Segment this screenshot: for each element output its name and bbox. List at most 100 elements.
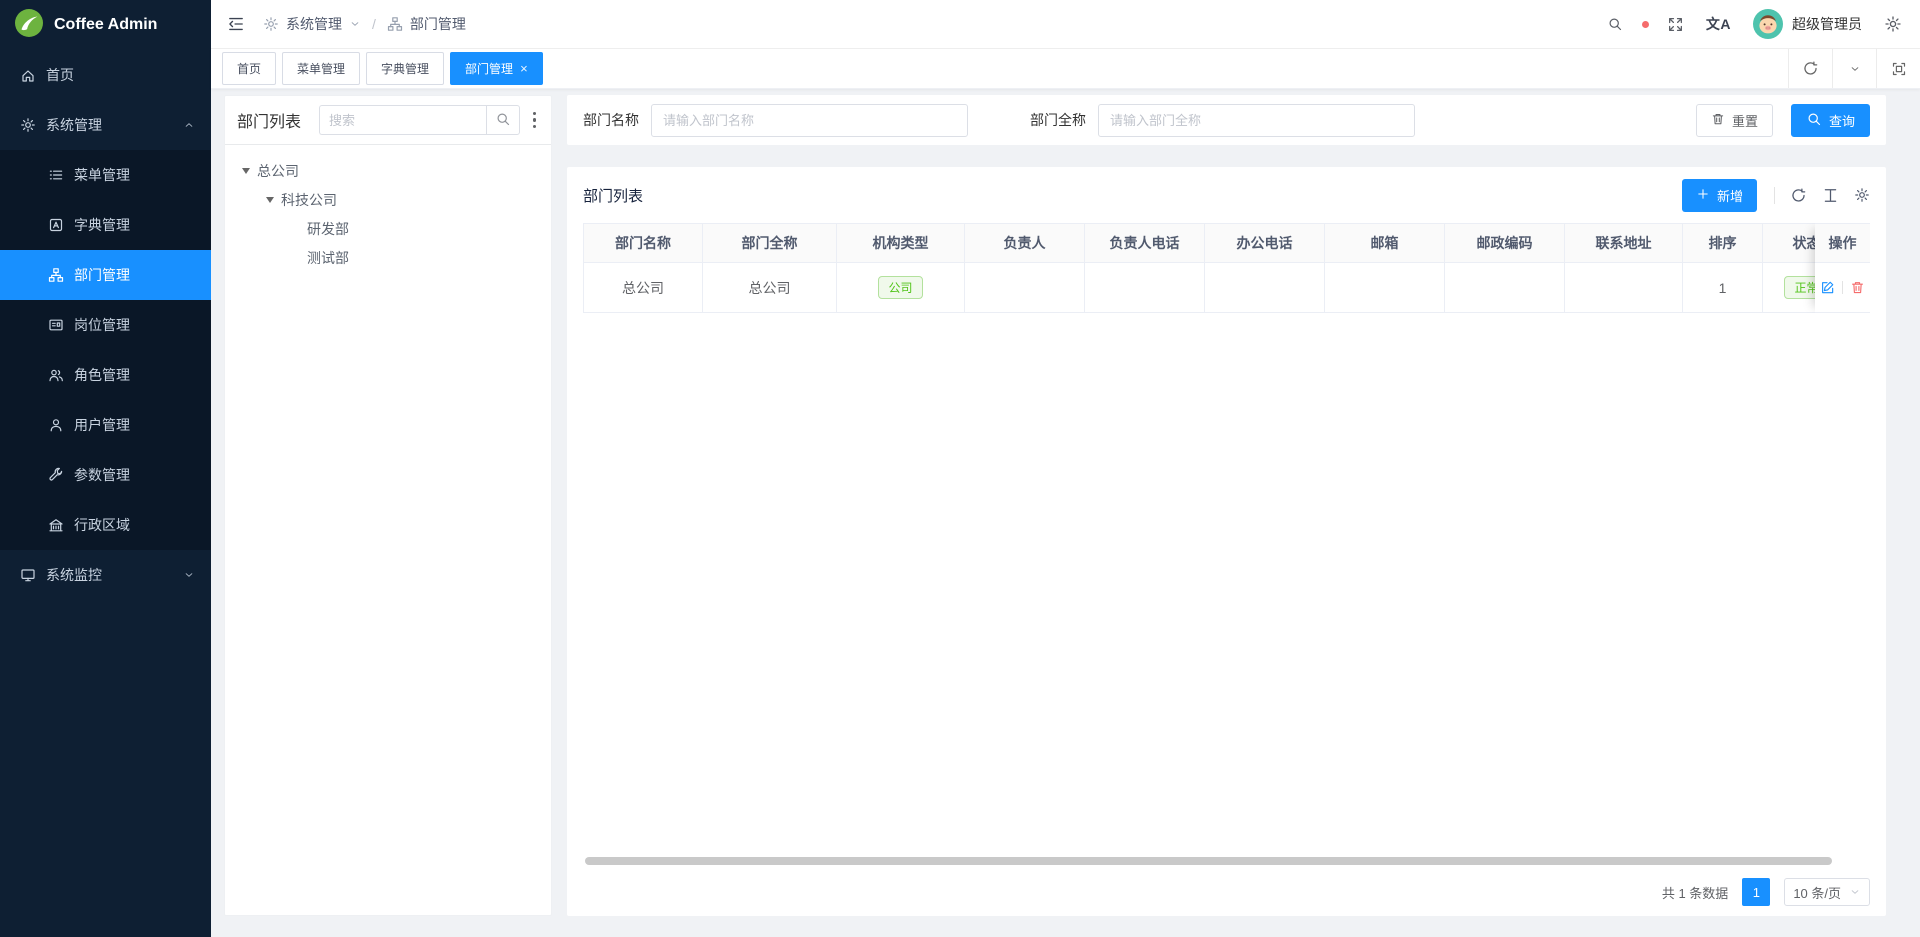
tree-expand-caret-icon[interactable] xyxy=(266,197,274,207)
table-title: 部门列表 xyxy=(583,185,643,206)
table-cell: 公司 xyxy=(837,263,965,313)
table-cell: 1 xyxy=(1683,263,1763,313)
sidebar-item-param-management[interactable]: 参数管理 xyxy=(0,450,211,500)
tree-node-tech[interactable]: 科技公司 xyxy=(233,185,543,214)
sidebar-item-home[interactable]: 首页 xyxy=(0,50,211,100)
tree-panel-title: 部门列表 xyxy=(237,108,301,132)
table-empty-space xyxy=(583,313,1870,856)
chevron-down-icon xyxy=(1849,886,1861,898)
tab-home[interactable]: 首页 xyxy=(222,52,276,85)
add-button[interactable]: 新增 xyxy=(1682,179,1757,212)
page-size-select[interactable]: 10 条/页 xyxy=(1784,878,1870,906)
chevron-down-icon xyxy=(349,18,361,30)
tab-dept[interactable]: 部门管理× xyxy=(450,52,543,85)
breadcrumb-root[interactable]: 系统管理 xyxy=(286,14,342,34)
tab-dict[interactable]: 字典管理 xyxy=(366,52,444,85)
delete-icon[interactable] xyxy=(1850,280,1865,295)
sidebar-collapse-icon[interactable] xyxy=(227,15,245,33)
sidebar-item-user-management[interactable]: 用户管理 xyxy=(0,400,211,450)
tree-node-label: 总公司 xyxy=(257,161,299,181)
user-menu[interactable]: 超级管理员 xyxy=(1753,9,1862,39)
tree-node-test[interactable]: 测试部 xyxy=(233,243,543,272)
search-icon[interactable] xyxy=(1607,16,1623,32)
user-icon xyxy=(48,417,64,433)
tab-menu[interactable]: 菜单管理 xyxy=(282,52,360,85)
sidebar-item-label: 行政区域 xyxy=(74,515,130,535)
monitor-icon xyxy=(20,567,36,583)
sidebar-item-admin-region[interactable]: 行政区域 xyxy=(0,500,211,550)
sidebar-item-label: 参数管理 xyxy=(74,465,130,485)
refresh-table-icon[interactable] xyxy=(1790,187,1807,204)
reset-button[interactable]: 重置 xyxy=(1696,104,1773,137)
table-body: 总公司总公司公司1正常 xyxy=(583,263,1851,313)
column-settings-gear-icon[interactable] xyxy=(1854,187,1870,203)
sidebar-item-dict-management[interactable]: 字典管理 xyxy=(0,200,211,250)
tab-menu-chevron-icon[interactable] xyxy=(1832,49,1876,88)
topbar: 系统管理 / 部门管理 文A xyxy=(211,0,1920,49)
bank-icon xyxy=(48,517,64,533)
search-button[interactable]: 查询 xyxy=(1791,104,1870,137)
tree-search-button[interactable] xyxy=(486,105,520,135)
content: 部门列表 总公司科技公司研发部测试部 部门名称 xyxy=(211,89,1920,937)
filter-dept-name: 部门名称 xyxy=(583,104,968,137)
sidebar-item-label: 首页 xyxy=(46,65,74,85)
search-icon xyxy=(1806,111,1822,130)
close-icon[interactable]: × xyxy=(520,62,528,75)
fullscreen-icon[interactable] xyxy=(1667,16,1684,33)
sidebar-item-post-management[interactable]: 岗位管理 xyxy=(0,300,211,350)
menu-list-icon xyxy=(48,167,64,183)
tree-node-label: 测试部 xyxy=(307,248,349,268)
tree-search-input[interactable] xyxy=(319,105,485,135)
kebab-menu-icon[interactable] xyxy=(530,110,540,131)
toolbar-divider xyxy=(1774,187,1775,204)
settings-gear-icon[interactable] xyxy=(1884,15,1902,33)
table-cell: 总公司 xyxy=(703,263,837,313)
table-cell xyxy=(1205,263,1325,313)
refresh-tab-icon[interactable] xyxy=(1788,49,1832,88)
sidebar-item-label: 菜单管理 xyxy=(74,165,130,185)
filter-buttons: 重置 查询 xyxy=(1696,104,1870,137)
sidebar-item-label: 用户管理 xyxy=(74,415,130,435)
notification-dot xyxy=(1642,21,1649,28)
sidebar-item-system-management[interactable]: 系统管理 xyxy=(0,100,211,150)
sidebar-item-system-monitor[interactable]: 系统监控 xyxy=(0,550,211,600)
edit-icon[interactable] xyxy=(1820,280,1835,295)
tree-node-hq[interactable]: 总公司 xyxy=(233,156,543,185)
dept-name-input[interactable] xyxy=(651,104,968,137)
chevron-up-icon xyxy=(183,119,195,131)
breadcrumb: 系统管理 / 部门管理 xyxy=(263,14,466,34)
sidebar-item-label: 部门管理 xyxy=(74,265,130,285)
tab-label: 首页 xyxy=(237,60,261,77)
tree-expand-caret-icon[interactable] xyxy=(242,168,250,178)
filter-dept-fullname: 部门全称 xyxy=(1030,104,1415,137)
column-header: 邮箱 xyxy=(1325,223,1445,263)
column-header: 负责人电话 xyxy=(1085,223,1205,263)
gear-icon xyxy=(263,16,279,32)
page-button-1[interactable]: 1 xyxy=(1742,878,1770,906)
fixed-operation-column: 操作 xyxy=(1815,223,1870,313)
org-chart-icon xyxy=(48,267,64,283)
tree-node-rd[interactable]: 研发部 xyxy=(233,214,543,243)
tree-search xyxy=(319,105,519,135)
sidebar-item-role-management[interactable]: 角色管理 xyxy=(0,350,211,400)
scrollbar-thumb[interactable] xyxy=(585,857,1832,865)
sidebar-item-menu-management[interactable]: 菜单管理 xyxy=(0,150,211,200)
table-toolbar: 部门列表 新增 xyxy=(583,167,1870,223)
column-header: 负责人 xyxy=(965,223,1085,263)
column-height-icon[interactable] xyxy=(1822,187,1839,204)
dept-name-label: 部门名称 xyxy=(583,110,639,130)
translate-icon[interactable]: 文A xyxy=(1706,14,1731,34)
leaf-icon xyxy=(14,8,44,43)
sidebar-item-dept-management[interactable]: 部门管理 xyxy=(0,250,211,300)
sidebar-item-label: 岗位管理 xyxy=(74,315,130,335)
tabbar-tools xyxy=(1788,49,1920,88)
sidebar-item-label: 字典管理 xyxy=(74,215,130,235)
dept-fullname-input[interactable] xyxy=(1098,104,1415,137)
wrench-icon xyxy=(48,467,64,483)
operation-column-header: 操作 xyxy=(1815,223,1870,263)
trash-icon xyxy=(1711,112,1725,129)
roles-icon xyxy=(48,367,64,383)
maximize-icon[interactable] xyxy=(1876,49,1920,88)
post-badge-icon xyxy=(48,317,64,333)
column-header: 部门全称 xyxy=(703,223,837,263)
